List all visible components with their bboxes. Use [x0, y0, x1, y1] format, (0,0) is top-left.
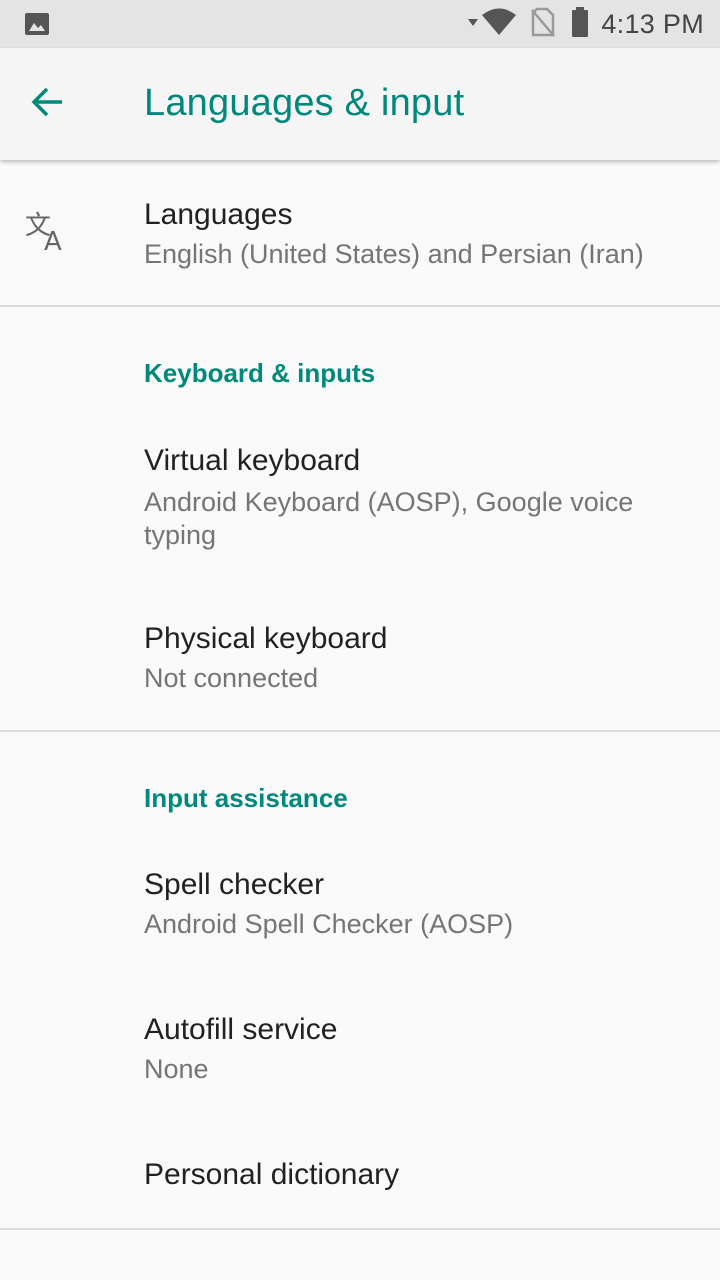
category-keyboard-inputs: Keyboard & inputs [144, 358, 376, 388]
virtual-keyboard-item[interactable]: Virtual keyboard Android Keyboard (AOSP)… [0, 414, 720, 564]
autofill-service-item[interactable]: Autofill service None [0, 985, 720, 1125]
arrow-back-icon [30, 84, 66, 125]
spell-checker-summary: Android Spell Checker (AOSP) [144, 909, 514, 939]
divider [0, 1228, 720, 1230]
personal-dictionary-title: Personal dictionary [144, 1158, 400, 1191]
divider [0, 305, 720, 307]
languages-item[interactable]: 文 A Languages English (United States) an… [0, 160, 720, 304]
svg-text:A: A [44, 227, 62, 256]
status-time: 4:13 PM [601, 8, 704, 39]
personal-dictionary-item[interactable]: Personal dictionary [0, 1130, 720, 1230]
app-bar: Languages & input [0, 48, 720, 160]
physical-keyboard-summary: Not connected [144, 663, 319, 693]
battery-icon [571, 6, 589, 42]
wifi-icon [481, 8, 517, 41]
virtual-keyboard-title: Virtual keyboard [144, 444, 361, 477]
autofill-service-title: Autofill service [144, 1013, 338, 1046]
autofill-service-summary: None [144, 1054, 209, 1084]
physical-keyboard-title: Physical keyboard [144, 622, 388, 655]
languages-title: Languages [144, 198, 293, 231]
spell-checker-title: Spell checker [144, 868, 325, 901]
category-input-assistance: Input assistance [144, 783, 348, 813]
status-icons: 4:13 PM [467, 6, 704, 42]
page-title: Languages & input [144, 82, 465, 124]
spell-checker-item[interactable]: Spell checker Android Spell Checker (AOS… [0, 840, 720, 980]
data-arrow-icon [467, 15, 479, 33]
physical-keyboard-item[interactable]: Physical keyboard Not connected [0, 590, 720, 730]
image-notification-icon [24, 12, 50, 36]
back-button[interactable] [24, 80, 72, 128]
divider [0, 730, 720, 732]
status-bar: 4:13 PM [0, 0, 720, 48]
no-sim-icon [531, 7, 556, 42]
virtual-keyboard-summary: Android Keyboard (AOSP), Google voice ty… [144, 487, 634, 550]
translate-icon: 文 A [24, 208, 72, 257]
languages-summary: English (United States) and Persian (Ira… [144, 239, 644, 269]
